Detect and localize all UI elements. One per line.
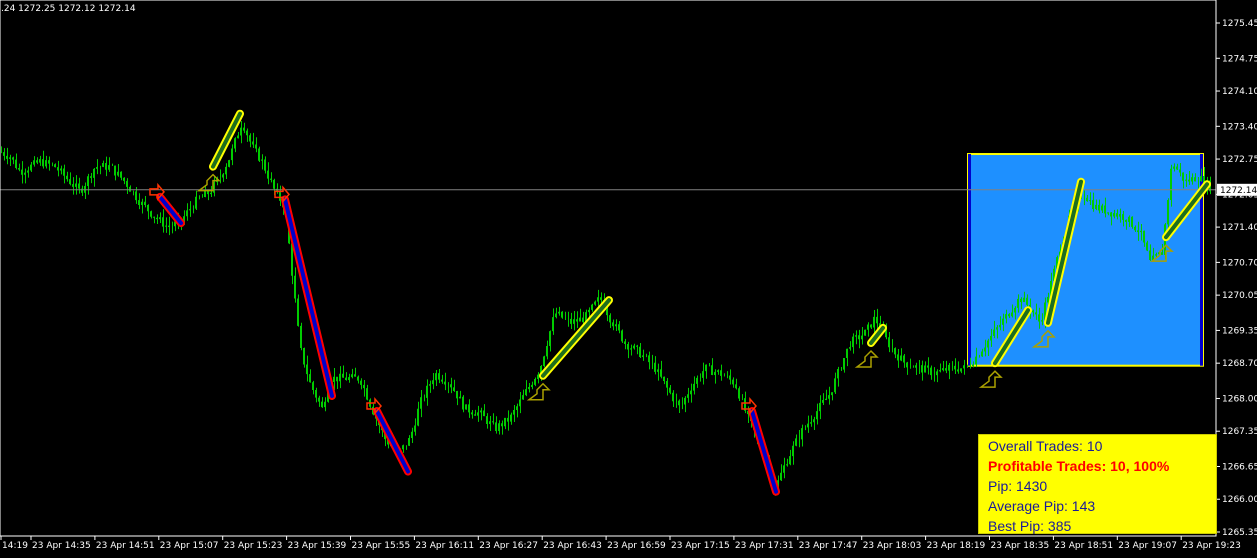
x-tick-label: 23 Apr 18:51 (1054, 541, 1113, 551)
y-tick-label: 1268.70 (1222, 359, 1257, 369)
y-tick-label: 1273.40 (1222, 122, 1257, 132)
trade-sell-line (283, 197, 334, 398)
x-tick-label: 23 Apr 14:35 (32, 541, 91, 551)
y-tick-label: 1272.75 (1222, 155, 1257, 165)
y-tick-label: 1266.65 (1222, 462, 1257, 472)
y-tick-label: 1266.00 (1222, 495, 1257, 505)
y-tick-label: 1270.70 (1222, 258, 1257, 268)
overall-trades-label: Overall Trades: 10 (988, 438, 1103, 454)
x-tick-label: 23 Apr 17:15 (671, 541, 730, 551)
x-tick-label: 23 Apr 15:07 (160, 541, 219, 551)
x-tick-label: 23 Apr 19:23 (1182, 541, 1241, 551)
x-tick-label: 23 Apr 18:19 (927, 541, 986, 551)
trade-buy-line (541, 298, 611, 378)
current-price-label: 1272.14 (1220, 186, 1257, 196)
stats-panel: Overall Trades: 10 Profitable Trades: 10… (978, 434, 1217, 534)
y-tick-label: 1269.35 (1222, 326, 1257, 336)
x-tick-label: 23 Apr 15:39 (288, 541, 347, 551)
x-tick-label: 23 Apr 17:31 (735, 541, 794, 551)
x-tick-label: 23 Apr 16:11 (415, 541, 474, 551)
trade-sell-line (750, 409, 778, 494)
highlight-box-left-edge (968, 154, 971, 366)
x-tick-label: 14:19 (2, 541, 28, 551)
y-tick-label: 1274.75 (1222, 54, 1257, 64)
average-pip-label: Average Pip: 143 (988, 498, 1096, 514)
buy-arrow-icon (978, 370, 1003, 388)
x-tick-label: 23 Apr 16:43 (543, 541, 602, 551)
x-tick-label: 23 Apr 15:55 (352, 541, 411, 551)
y-tick-label: 1265.35 (1222, 528, 1257, 538)
x-tick-label: 23 Apr 17:47 (799, 541, 858, 551)
x-tick-label: 23 Apr 19:07 (1118, 541, 1177, 551)
y-tick-label: 1270.05 (1222, 291, 1257, 301)
x-tick-label: 23 Apr 18:35 (991, 541, 1050, 551)
highlight-box (967, 153, 1204, 367)
pip-label: Pip: 1430 (988, 478, 1048, 494)
x-tick-label: 23 Apr 14:51 (96, 541, 155, 551)
y-tick-label: 1271.40 (1222, 223, 1257, 233)
y-tick-label: 1275.45 (1222, 19, 1257, 29)
buy-arrow-icon (196, 173, 221, 192)
x-tick-label: 23 Apr 16:59 (607, 541, 666, 551)
y-tick-label: 1274.10 (1222, 87, 1257, 97)
y-tick-label: 1268.00 (1222, 394, 1257, 404)
profitable-trades-label: Profitable Trades: 10, 100% (988, 458, 1170, 474)
ohlc-readout: .24 1272.25 1272.12 1272.14 (1, 4, 136, 14)
x-tick-label: 23 Apr 15:23 (224, 541, 283, 551)
y-tick-label: 1267.35 (1222, 427, 1257, 437)
buy-arrow-icon (854, 349, 879, 368)
trade-sell-line (375, 409, 410, 474)
chart-window[interactable]: 1275.45 1274.75 1274.10 1273.40 1272.75 1272.… (0, 0, 1257, 558)
x-tick-label: 23 Apr 18:03 (863, 541, 922, 551)
best-pip-label: Best Pip: 385 (988, 518, 1072, 534)
x-tick-label: 23 Apr 16:27 (479, 541, 538, 551)
